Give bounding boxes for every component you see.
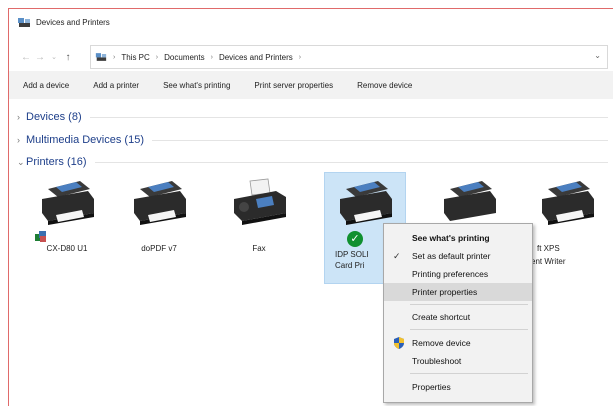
printer-icon	[340, 181, 392, 225]
add-printer-button[interactable]: Add a printer	[93, 81, 139, 90]
menu-item-label: Properties	[412, 382, 451, 392]
chevron-right-icon: ›	[210, 53, 213, 61]
add-device-button[interactable]: Add a device	[23, 81, 69, 90]
menu-item-label: Printer properties	[412, 287, 478, 297]
back-arrow-icon[interactable]: ←	[19, 52, 33, 63]
menu-item-label: Create shortcut	[412, 312, 471, 322]
menu-item-printing-preferences[interactable]: Printing preferences	[384, 265, 532, 283]
chevron-right-icon: ›	[298, 53, 302, 61]
printer-icon	[42, 181, 94, 225]
forward-arrow-icon[interactable]: →	[33, 52, 47, 63]
menu-item-see-whats-printing[interactable]: See what's printing	[384, 229, 532, 247]
recent-dropdown-icon[interactable]: ⌄	[47, 53, 61, 61]
chevron-right-icon: ›	[17, 112, 20, 122]
chevron-down-icon[interactable]: ⌄	[594, 51, 601, 60]
menu-item-label: See what's printing	[412, 233, 490, 243]
divider	[94, 161, 608, 163]
menu-item-label: Remove device	[412, 338, 471, 348]
menu-item-troubleshoot[interactable]: Troubleshoot	[384, 352, 532, 370]
printer-label: CX-D80 U1	[46, 244, 88, 253]
menu-item-remove-device[interactable]: Remove device	[384, 334, 532, 352]
command-bar: Add a device Add a printer See what's pr…	[9, 71, 613, 99]
printer-item-hidden[interactable]	[429, 177, 509, 229]
printer-label-line2: ent Writer	[531, 257, 566, 266]
printer-label: Fax	[252, 244, 266, 253]
group-multimedia[interactable]: › Multimedia Devices (15)	[17, 133, 608, 147]
title-bar: Devices and Printers	[9, 9, 613, 35]
fax-icon	[234, 178, 286, 225]
breadcrumb-this-pc[interactable]: This PC	[121, 53, 149, 62]
menu-item-set-default[interactable]: ✓ Set as default printer	[384, 247, 532, 265]
printer-item-fax[interactable]: Fax	[219, 177, 299, 254]
chevron-right-icon: ›	[113, 53, 116, 61]
multi-device-icon	[35, 231, 46, 242]
address-row: ← → ⌄ ↑ › This PC › Documents › Devices …	[9, 45, 613, 69]
print-server-properties-button[interactable]: Print server properties	[254, 81, 333, 90]
printer-item-xps-writer[interactable]: ft XPS ent Writer	[527, 177, 607, 267]
devices-printers-icon	[18, 17, 30, 27]
printer-label: doPDF v7	[141, 244, 177, 253]
menu-separator	[410, 329, 528, 330]
checkmark-icon: ✓	[393, 251, 401, 261]
address-bar[interactable]: › This PC › Documents › Devices and Prin…	[90, 45, 608, 69]
menu-item-create-shortcut[interactable]: Create shortcut	[384, 308, 532, 326]
breadcrumb-devices-printers[interactable]: Devices and Printers	[219, 53, 293, 62]
default-printer-check-icon: ✓	[347, 231, 363, 247]
menu-item-label: Printing preferences	[412, 269, 489, 279]
printer-icon	[444, 181, 496, 221]
see-whats-printing-button[interactable]: See what's printing	[163, 81, 230, 90]
menu-separator	[410, 304, 528, 305]
up-arrow-icon[interactable]: ↑	[61, 52, 75, 63]
printer-icon	[542, 181, 594, 225]
printer-item-dopdf[interactable]: doPDF v7	[119, 177, 199, 254]
devices-printers-icon	[95, 53, 107, 61]
divider	[89, 116, 608, 118]
printer-label-line1: ft XPS	[537, 244, 560, 253]
printer-icon	[134, 181, 186, 225]
window-title: Devices and Printers	[36, 17, 110, 27]
printer-item-cx-d80[interactable]: CX-D80 U1	[27, 177, 107, 254]
group-printers[interactable]: ⌄ Printers (16)	[17, 155, 608, 169]
menu-item-label: Set as default printer	[412, 251, 491, 261]
menu-item-label: Troubleshoot	[412, 356, 462, 366]
menu-separator	[410, 373, 528, 374]
chevron-down-icon: ⌄	[17, 156, 25, 167]
chevron-right-icon: ›	[17, 135, 20, 145]
menu-item-properties[interactable]: Properties	[384, 378, 532, 396]
group-devices[interactable]: › Devices (8)	[17, 110, 608, 124]
menu-item-printer-properties[interactable]: Printer properties	[384, 283, 532, 301]
divider	[151, 139, 608, 141]
group-devices-label: Devices (8)	[26, 111, 82, 123]
remove-device-button[interactable]: Remove device	[357, 81, 412, 90]
breadcrumb-documents[interactable]: Documents	[164, 53, 204, 62]
explorer-window: Devices and Printers ← → ⌄ ↑ › This PC ›…	[8, 8, 613, 406]
context-menu: See what's printing ✓ Set as default pri…	[383, 223, 533, 403]
chevron-right-icon: ›	[155, 53, 159, 61]
group-printers-label: Printers (16)	[26, 156, 87, 168]
uac-shield-icon	[394, 337, 404, 349]
group-multimedia-label: Multimedia Devices (15)	[26, 134, 144, 146]
